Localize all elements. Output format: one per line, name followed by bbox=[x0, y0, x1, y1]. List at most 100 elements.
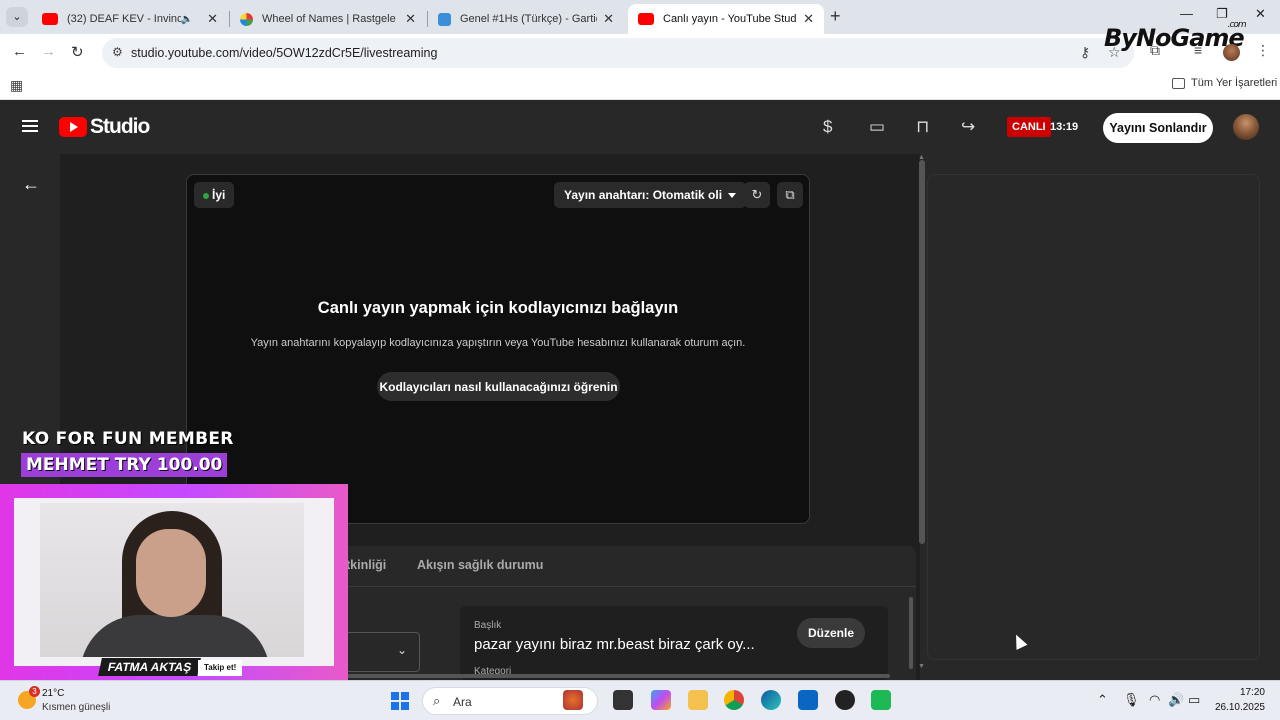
tab-youtube-studio[interactable]: Canlı yayın - YouTube Studio ✕ bbox=[628, 4, 824, 34]
status-dot-icon bbox=[203, 192, 209, 199]
chevron-down-icon: ⌄ bbox=[396, 643, 407, 657]
main-scrollbar[interactable] bbox=[919, 160, 925, 544]
stream-settings-panel: tkinliği Akışın sağlık durumu ⌄ Başlık p… bbox=[300, 546, 916, 680]
taskbar-time[interactable]: 17:20 bbox=[1215, 687, 1265, 698]
stream-title-card: Başlık pazar yayını biraz mr.beast biraz… bbox=[460, 606, 888, 680]
webcam-overlay-frame: FATMA AKTAŞ Takip et! bbox=[0, 484, 348, 680]
fruit-app-icon[interactable] bbox=[563, 690, 583, 710]
channel-avatar[interactable] bbox=[1233, 114, 1259, 140]
scroll-down-arrow-icon[interactable]: ▼ bbox=[918, 663, 925, 670]
youtube-favicon-icon bbox=[42, 13, 58, 25]
gartic-favicon-icon bbox=[438, 12, 451, 26]
tab-title: Canlı yayın - YouTube Studio bbox=[663, 13, 798, 25]
tab-gartic[interactable]: Genel #1Hs (Türkçe) - Gartic.io ✕ bbox=[428, 4, 624, 34]
chrome-icon[interactable] bbox=[724, 690, 744, 710]
horizontal-scrollbar[interactable] bbox=[340, 674, 890, 678]
obs-icon[interactable] bbox=[835, 690, 855, 710]
close-window-icon[interactable]: ✕ bbox=[1255, 6, 1266, 22]
clapperboard-icon[interactable]: ▭ bbox=[869, 117, 885, 137]
refresh-icon[interactable]: ↻ bbox=[744, 182, 770, 208]
reload-icon[interactable]: ↻ bbox=[71, 43, 84, 61]
forward-arrow-icon[interactable]: → bbox=[41, 43, 56, 60]
stream-title-value: pazar yayını biraz mr.beast biraz çark o… bbox=[474, 636, 755, 653]
restore-window-icon[interactable]: ❐ bbox=[1216, 6, 1228, 22]
back-arrow-icon[interactable]: ← bbox=[22, 174, 40, 195]
browser-menu-icon[interactable]: ⋮ bbox=[1256, 42, 1270, 59]
new-tab-plus-icon[interactable]: + bbox=[830, 6, 841, 27]
webcam-video bbox=[40, 503, 304, 657]
battery-icon[interactable]: ▭ bbox=[1188, 692, 1200, 708]
minimize-window-icon[interactable]: — bbox=[1180, 6, 1193, 21]
volume-icon[interactable]: 🔊 bbox=[1168, 692, 1184, 708]
tab-activity[interactable]: tkinliği bbox=[346, 558, 386, 572]
monetization-icon[interactable]: $ bbox=[823, 117, 832, 137]
browser-toolbar: ← → ↻ ⚙ studio.youtube.com/video/5OW12zd… bbox=[0, 34, 1280, 72]
terminal-app-icon[interactable] bbox=[613, 690, 633, 710]
wifi-icon[interactable]: ◠ bbox=[1149, 692, 1160, 708]
streamer-name-tag: FATMA AKTAŞ bbox=[98, 658, 202, 676]
taskbar-date[interactable]: 26.10.2025 bbox=[1210, 702, 1265, 713]
tab-title: (32) DEAF KEV - Invincible | bbox=[67, 13, 181, 25]
connect-encoder-subtitle: Yayın anahtarını kopyalayıp kodlayıcınız… bbox=[250, 337, 746, 349]
wheel-favicon-icon bbox=[240, 12, 253, 26]
live-chat-panel bbox=[927, 174, 1260, 660]
tab-deaf-kev[interactable]: (32) DEAF KEV - Invincible | 🔈 ✕ bbox=[32, 4, 228, 34]
folder-icon[interactable] bbox=[1172, 78, 1185, 89]
status-text: İyi bbox=[212, 188, 226, 202]
microphone-icon[interactable]: 🎙 bbox=[1123, 692, 1140, 708]
bookmarks-bar: ▦ Tüm Yer İşaretleri bbox=[0, 72, 1280, 100]
webcam-border bbox=[14, 498, 334, 666]
watermark-suffix: .com bbox=[1227, 20, 1247, 30]
address-bar[interactable]: ⚙ studio.youtube.com/video/5OW12zdCr5E/l… bbox=[102, 38, 1134, 68]
learn-encoders-button[interactable]: Kodlayıcıları nasıl kullanacağınızı öğre… bbox=[377, 372, 620, 401]
follow-tag: Takip et! bbox=[198, 660, 243, 676]
browser-profile-avatar[interactable] bbox=[1223, 44, 1240, 61]
tab-stream-health[interactable]: Akışın sağlık durumu bbox=[417, 558, 543, 572]
password-key-icon[interactable]: ⚷ bbox=[1080, 44, 1090, 61]
site-info-icon[interactable]: ⚙ bbox=[112, 45, 123, 59]
share-arrow-icon[interactable]: ↪ bbox=[961, 117, 975, 137]
edit-button[interactable]: Düzenle bbox=[797, 618, 865, 648]
member-alert-line: KO FOR FUN MEMBER bbox=[22, 429, 234, 449]
url-text[interactable]: studio.youtube.com/video/5OW12zdCr5E/liv… bbox=[131, 46, 437, 60]
close-tab-icon[interactable]: ✕ bbox=[603, 11, 614, 27]
donation-alert-line: MEHMET TRY 100.00 bbox=[21, 453, 228, 477]
weather-temperature[interactable]: 21°C bbox=[42, 688, 64, 699]
back-arrow-icon[interactable]: ← bbox=[12, 43, 27, 60]
copy-icon[interactable]: ⧉ bbox=[777, 182, 803, 208]
speaker-mute-icon[interactable]: 🔈 bbox=[181, 14, 193, 25]
tab-search-chevron-icon[interactable]: ⌄ bbox=[6, 7, 28, 27]
notification-badge: 3 bbox=[29, 686, 40, 697]
windows-taskbar: 3 21°C Kısmen güneşli ⌕ Ara ⌃ 🎙 ◠ 🔊 ▭ 17… bbox=[0, 680, 1280, 720]
tab-wheel-of-names[interactable]: Wheel of Names | Rastgele ad s ✕ bbox=[230, 4, 426, 34]
close-tab-icon[interactable]: ✕ bbox=[803, 11, 814, 27]
hamburger-menu-icon[interactable] bbox=[22, 120, 38, 132]
tray-overflow-chevron-icon[interactable]: ⌃ bbox=[1097, 692, 1108, 708]
youtube-favicon-icon bbox=[638, 13, 654, 25]
studio-logo-text[interactable]: Studio bbox=[90, 115, 150, 139]
stream-status-chip: İyi bbox=[194, 182, 235, 208]
live-badge: CANLI bbox=[1007, 117, 1051, 137]
copilot-icon[interactable] bbox=[651, 690, 671, 710]
youtube-logo-icon[interactable] bbox=[59, 117, 87, 137]
apps-grid-icon[interactable]: ▦ bbox=[10, 77, 23, 94]
bookmark-icon[interactable]: ⊓ bbox=[916, 117, 929, 137]
settings-scrollbar[interactable] bbox=[909, 597, 913, 669]
stream-key-dropdown[interactable]: Yayın anahtarı: Otomatik oli bbox=[554, 182, 747, 208]
app-icon[interactable] bbox=[871, 690, 891, 710]
tab-title: Wheel of Names | Rastgele ad s bbox=[262, 13, 399, 25]
all-bookmarks-link[interactable]: Tüm Yer İşaretleri bbox=[1191, 77, 1277, 89]
streamer-body bbox=[80, 615, 270, 657]
end-stream-button[interactable]: Yayını Sonlandır bbox=[1103, 113, 1213, 143]
live-duration: 13:19 bbox=[1050, 121, 1079, 133]
store-icon[interactable] bbox=[798, 690, 818, 710]
weather-description[interactable]: Kısmen güneşli bbox=[42, 702, 110, 713]
tab-divider-line bbox=[300, 586, 916, 587]
edge-icon[interactable] bbox=[761, 690, 781, 710]
close-tab-icon[interactable]: ✕ bbox=[405, 11, 416, 27]
connect-encoder-title: Canlı yayın yapmak için kodlayıcınızı ba… bbox=[317, 299, 679, 317]
file-explorer-icon[interactable] bbox=[688, 690, 708, 710]
close-tab-icon[interactable]: ✕ bbox=[207, 11, 218, 27]
tab-title: Genel #1Hs (Türkçe) - Gartic.io bbox=[460, 13, 597, 25]
windows-start-icon[interactable] bbox=[391, 692, 409, 710]
